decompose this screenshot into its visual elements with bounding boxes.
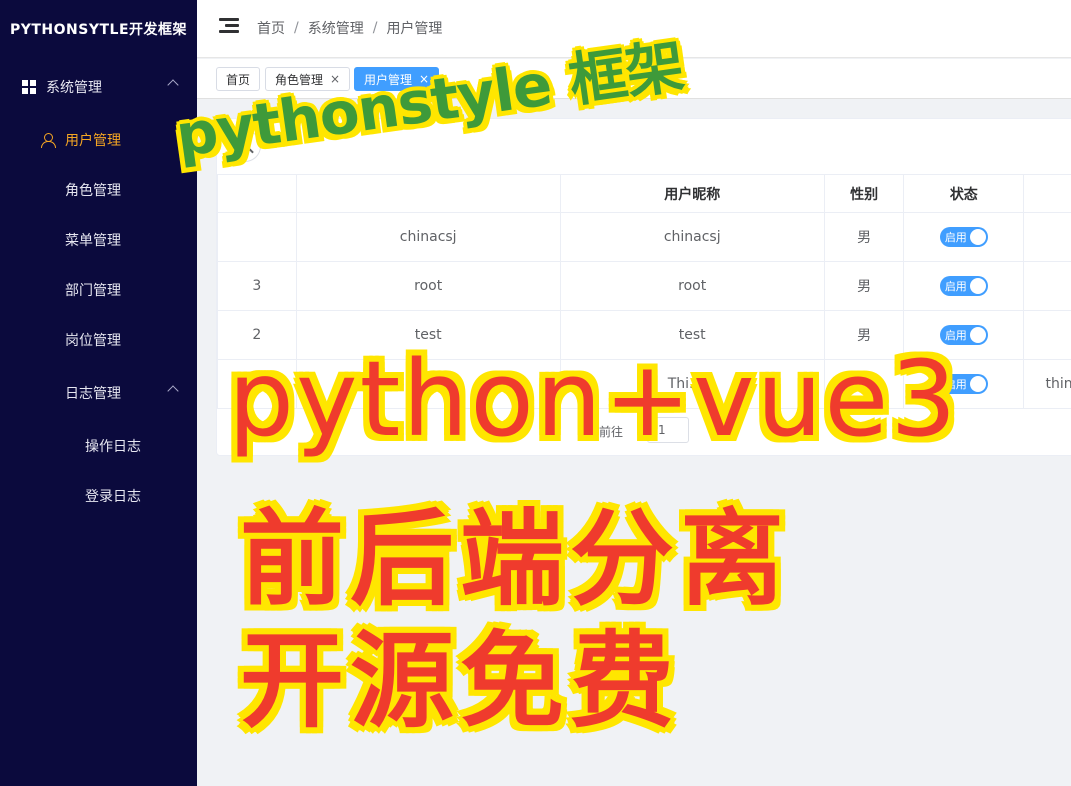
cell-nickname: chinacsj: [559, 212, 825, 262]
sidebar-item-label: 日志管理: [65, 386, 121, 402]
sidebar-item-label: 操作日志: [85, 439, 141, 455]
table-header-row: 用户昵称 性别 状态: [217, 174, 1071, 213]
table-row: 3 root root 男 启用: [217, 261, 1071, 311]
sidebar-item-login-log[interactable]: 登录日志: [0, 471, 197, 521]
sidebar: PYTHONSYTLE开发框架 系统管理 用户管理 角色管理 菜单管理 部门管理…: [0, 0, 197, 786]
breadcrumb-home[interactable]: 首页: [257, 18, 285, 38]
cell-status: 启用: [903, 212, 1025, 262]
col-nickname: 用户昵称: [559, 174, 825, 213]
col-id: [217, 174, 297, 213]
col-status: 状态: [903, 174, 1025, 213]
menu-fold-icon[interactable]: [219, 18, 239, 34]
status-switch[interactable]: 启用: [939, 227, 988, 247]
promo-line-1: python+vue3: [228, 338, 959, 460]
cell-extra: [1023, 212, 1071, 262]
sidebar-item-system[interactable]: 系统管理: [0, 62, 197, 112]
sidebar-item-menus[interactable]: 菜单管理: [0, 215, 197, 265]
sidebar-item-label: 系统管理: [46, 80, 102, 96]
cell-status: 启用: [903, 261, 1025, 311]
sidebar-item-label: 角色管理: [65, 183, 121, 199]
breadcrumb: 首页 / 系统管理 / 用户管理: [257, 18, 442, 38]
sidebar-item-logs[interactable]: 日志管理: [0, 368, 197, 418]
sidebar-item-operation-log[interactable]: 操作日志: [0, 421, 197, 471]
breadcrumb-system[interactable]: 系统管理: [308, 18, 364, 38]
sidebar-item-users[interactable]: 用户管理: [0, 115, 197, 165]
sidebar-item-label: 岗位管理: [65, 333, 121, 349]
promo-line-3: 开源免费: [240, 620, 681, 742]
breadcrumb-separator: /: [372, 20, 378, 36]
sidebar-item-label: 用户管理: [65, 133, 121, 149]
cell-nickname: root: [559, 261, 825, 311]
cell-extra: thin: [1023, 359, 1071, 409]
cell-gender: 男: [823, 261, 905, 311]
grid-icon: [22, 80, 36, 94]
app-logo: PYTHONSYTLE开发框架: [9, 22, 188, 38]
sidebar-item-roles[interactable]: 角色管理: [0, 165, 197, 215]
cell-id: [217, 212, 297, 262]
status-switch[interactable]: 启用: [939, 276, 988, 296]
sidebar-item-departments[interactable]: 部门管理: [0, 265, 197, 315]
chevron-up-icon: [167, 385, 179, 397]
cell-username: root: [295, 261, 561, 311]
breadcrumb-separator: /: [294, 20, 299, 36]
sidebar-item-positions[interactable]: 岗位管理: [0, 315, 197, 365]
user-icon: [41, 133, 56, 148]
col-extra: [1023, 174, 1071, 213]
col-username: [295, 174, 561, 213]
col-gender: 性别: [823, 174, 905, 213]
cell-id: 3: [217, 261, 297, 311]
table-row: chinacsj chinacsj 男 启用: [217, 212, 1071, 262]
cell-extra: [1023, 310, 1071, 360]
sidebar-item-label: 部门管理: [65, 283, 121, 299]
cell-gender: 男: [823, 212, 905, 262]
cell-extra: [1023, 261, 1071, 311]
breadcrumb-current: 用户管理: [386, 21, 443, 37]
sidebar-item-label: 菜单管理: [65, 233, 121, 249]
sidebar-item-label: 登录日志: [85, 489, 141, 505]
cell-username: chinacsj: [295, 212, 561, 262]
